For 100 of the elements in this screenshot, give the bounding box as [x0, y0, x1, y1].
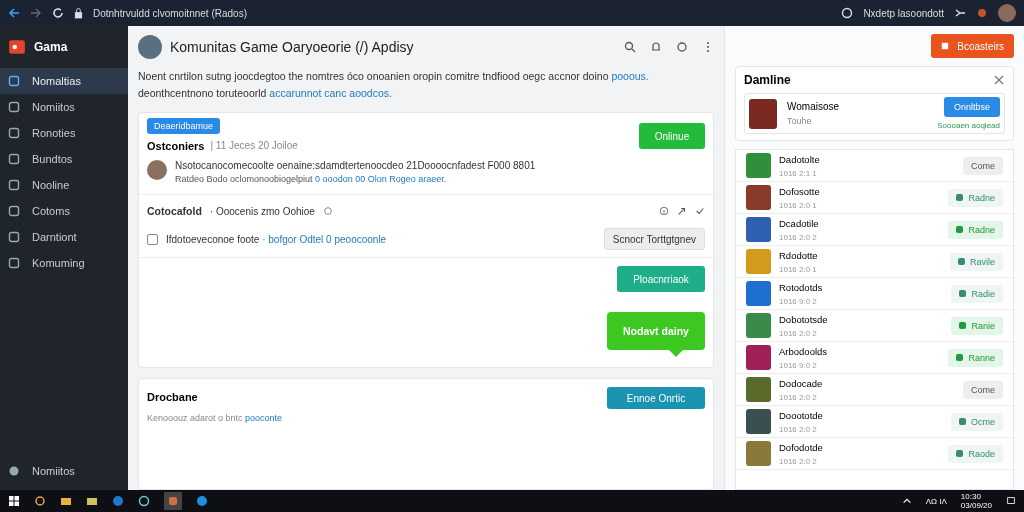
- status-button[interactable]: Radne: [948, 220, 1003, 239]
- sidebar-footer-item[interactable]: Nomiitos: [0, 458, 128, 484]
- circle-icon[interactable]: [676, 41, 688, 53]
- game-name: Dofosotte: [779, 185, 820, 197]
- game-name: Dooototde: [779, 409, 823, 421]
- account-name[interactable]: Nxdetp lasoondott: [863, 7, 944, 19]
- back-arrow-icon[interactable]: [8, 7, 20, 19]
- status-button[interactable]: Come: [963, 380, 1003, 399]
- folder-icon[interactable]: [60, 495, 72, 507]
- square-icon: [8, 127, 20, 139]
- status-button[interactable]: Ranie: [951, 316, 1003, 335]
- sidebar-item[interactable]: Nomaltias: [0, 68, 128, 94]
- online-button[interactable]: Onnltbse: [944, 97, 1000, 117]
- status-button[interactable]: Come: [963, 156, 1003, 175]
- bell-icon[interactable]: [650, 41, 662, 53]
- status-note: Soooaen aoqlead: [937, 121, 1000, 130]
- card-text: Kenooouz adarot o bntc pooconte: [147, 413, 283, 423]
- game-time: 1016 9:0 2: [779, 296, 818, 306]
- profile-avatar[interactable]: [998, 4, 1016, 22]
- game-time: 1016 2:0 2: [779, 232, 818, 242]
- app-icon[interactable]: [138, 495, 150, 507]
- brand-name: Gama: [34, 40, 68, 54]
- game-name: Dofodotde: [779, 441, 823, 453]
- search-icon[interactable]: [624, 41, 636, 53]
- clock-time: 10:30: [960, 492, 982, 501]
- sidebar-item[interactable]: Nooline: [0, 172, 128, 198]
- game-time: 1016 2:0 2: [779, 392, 818, 402]
- checkbox-label: Ifdotoeveconoe foote · bofgor Odtel 0 peoocoonle: [166, 233, 387, 245]
- status-button[interactable]: Radne: [948, 188, 1003, 207]
- lock-icon: [74, 7, 83, 19]
- square-icon: [8, 153, 20, 165]
- checkbox[interactable]: [147, 233, 158, 245]
- square-icon: [8, 231, 20, 243]
- clock-date: 03/09/20: [960, 501, 992, 510]
- comment-text: Nsotocanocomecoolte oenaine:sdamdtertenoocdeo 21Doooocnfadest F000 8801: [175, 160, 536, 171]
- share-icon[interactable]: [677, 206, 687, 216]
- sidebar-item[interactable]: Bundtos: [0, 146, 128, 172]
- section-title: Cotocafold: [147, 205, 202, 217]
- section-meta: · Ooocenis zmo Oohioe: [209, 205, 315, 217]
- action-button[interactable]: Bcoasteirs: [931, 34, 1014, 58]
- secondary-button[interactable]: Scnocr Torttgtgnev: [603, 228, 705, 250]
- game-time: 1016 2:0 1: [779, 264, 818, 274]
- game-name: Rotodotds: [779, 281, 823, 293]
- sidebar-item[interactable]: Komuming: [0, 250, 128, 276]
- game-name: Dodocade: [779, 377, 823, 389]
- comment-subtext: Ratdeo Bodo oclomonoobiogelpiut 0 ooodon 00 Olon Rogeo araeer.: [175, 174, 448, 184]
- info-icon[interactable]: [659, 206, 669, 216]
- game-name: Dcadotile: [779, 217, 819, 229]
- post-title: Ostconiers: [147, 140, 205, 152]
- windows-icon[interactable]: [8, 495, 20, 507]
- address-bar[interactable]: Dotnhtrvuldd clvomoitnnet (Rados): [93, 7, 247, 19]
- game-name: Dobototsde: [779, 313, 828, 325]
- square-icon: [8, 257, 20, 269]
- sidebar-item[interactable]: Ronoties: [0, 120, 128, 146]
- checkbox-link[interactable]: · bofgor Odtel 0 peoocoonle: [262, 233, 387, 245]
- category-badge: Deaeridbamue: [147, 118, 221, 134]
- game-time: 1016 2:1 1: [779, 168, 818, 178]
- circle-icon: [8, 465, 20, 477]
- close-icon[interactable]: [993, 74, 1005, 86]
- comment-link[interactable]: 0 ooodon 00 Olon Rogeo araeer.: [315, 174, 447, 184]
- square-icon: [8, 101, 20, 113]
- status-button[interactable]: Radie: [951, 284, 1003, 303]
- search-icon[interactable]: [34, 495, 46, 507]
- notification-icon[interactable]: [1006, 495, 1016, 507]
- tooltip: Nodavt dainy: [607, 312, 705, 350]
- tooltip-pointer: [669, 350, 683, 357]
- browser-icon[interactable]: [112, 495, 124, 507]
- status-button[interactable]: Ocme: [951, 412, 1003, 431]
- check-icon[interactable]: [695, 206, 705, 216]
- page-title: Komunitas Game Oaryoeorie (/) Apdisy: [170, 39, 414, 55]
- game-time: 1016 2:0 2: [779, 456, 818, 466]
- forward-arrow-icon[interactable]: [30, 7, 42, 19]
- post-meta: | 11 Jeces 20 Joiloe: [210, 140, 298, 152]
- sidebar-item[interactable]: Cotoms: [0, 198, 128, 224]
- square-icon: [8, 205, 20, 217]
- intro-link[interactable]: accarunnot canc aoodcos.: [269, 87, 392, 99]
- online-button[interactable]: Onlinue: [639, 123, 705, 149]
- status-button[interactable]: Ravile: [950, 252, 1003, 271]
- game-name: Rdodotte: [779, 249, 818, 261]
- logo-icon: [8, 38, 26, 56]
- status-button[interactable]: Raode: [948, 444, 1003, 463]
- game-time: 1016 2:0 2: [779, 424, 818, 434]
- sidebar-item[interactable]: Darntiont: [0, 224, 128, 250]
- card-link[interactable]: pooconte: [245, 413, 283, 423]
- intro-paragraph: Noent cnrtilon sutng joocdegtoo the nomtres óco onoanien oropin comitre tndfiood oegc accnor doino pooous. deonthcentnono toruteoorld accarunnot canc aoodcos.: [138, 69, 650, 101]
- item-name: Womaisose: [787, 101, 840, 112]
- folder-icon[interactable]: [86, 495, 98, 507]
- intro-link[interactable]: pooous.: [611, 70, 649, 82]
- extension-icon[interactable]: [976, 7, 988, 19]
- browser-icon[interactable]: [196, 495, 208, 507]
- action-button[interactable]: Ploacnrriaok: [617, 266, 705, 292]
- action-button[interactable]: Ennoe Onrtic: [607, 387, 705, 409]
- reload-icon[interactable]: [52, 7, 64, 19]
- status-button[interactable]: Ranne: [948, 348, 1003, 367]
- square-icon: [941, 42, 950, 50]
- card-title: Drocbane: [147, 391, 198, 403]
- game-thumbnail: [749, 98, 777, 129]
- game-time: 1016 9:0 2: [779, 360, 818, 370]
- game-name: Dadotolte: [779, 153, 820, 165]
- sidebar-item[interactable]: Nomiitos: [0, 94, 128, 120]
